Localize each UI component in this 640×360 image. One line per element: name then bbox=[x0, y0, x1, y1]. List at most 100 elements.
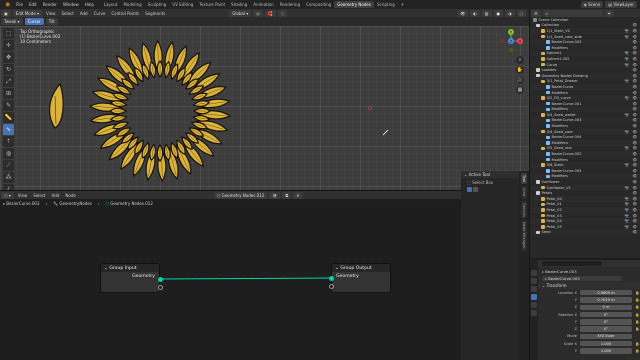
node-menu-view[interactable]: View bbox=[15, 193, 31, 198]
workspace-tab-modeling[interactable]: Modeling bbox=[120, 1, 144, 8]
workspace-tab-rendering[interactable]: Rendering bbox=[277, 1, 303, 8]
workspace-tab-uv-editing[interactable]: UV Editing bbox=[169, 1, 196, 8]
workspace-tab-texture-paint[interactable]: Texture Paint bbox=[196, 1, 228, 8]
workspace-tab-scripting[interactable]: Scripting bbox=[374, 1, 398, 8]
field-value[interactable]: 0° bbox=[580, 319, 632, 325]
breadcrumb-node-tree[interactable]: ⬡ Geometry Nodes.012 bbox=[102, 201, 155, 206]
lock-icon[interactable]: 🔒 bbox=[635, 342, 639, 346]
render-toggle-icon[interactable]: 📷 bbox=[625, 57, 629, 61]
select-mode-extend-icon[interactable] bbox=[473, 187, 478, 192]
workspace-tab-geometry-nodes[interactable]: Geometry Nodes bbox=[334, 1, 374, 8]
object-data-field[interactable]: ▸ BezierCurve.003 bbox=[542, 276, 622, 281]
lock-icon[interactable]: 🔒 bbox=[635, 320, 639, 324]
lock-icon[interactable]: 🔒 bbox=[635, 349, 639, 353]
draw-curve-tool-icon[interactable]: ∿ bbox=[3, 124, 14, 135]
visibility-toggle-icon[interactable]: 👁 bbox=[632, 57, 637, 61]
visibility-toggle-icon[interactable]: 👁 bbox=[632, 180, 637, 184]
group-output-geometry-socket[interactable] bbox=[328, 275, 334, 281]
unlink-tree-icon[interactable]: ✕ bbox=[293, 191, 303, 199]
visibility-toggle-icon[interactable]: 👁 bbox=[632, 208, 637, 212]
render-toggle-icon[interactable]: 📷 bbox=[625, 63, 629, 67]
navigation-gizmo[interactable]: X Y Z bbox=[497, 28, 525, 54]
transform-panel-header[interactable]: ⌄ Transform bbox=[530, 282, 640, 289]
visibility-toggle-icon[interactable]: 👁 bbox=[632, 130, 637, 134]
tool-tilt-toggle[interactable]: Tilt bbox=[45, 18, 58, 25]
pan-hand-icon[interactable]: ✋ bbox=[516, 66, 524, 74]
sidebar-tab-tool[interactable]: Tool bbox=[521, 173, 527, 184]
visibility-toggle-icon[interactable]: 👁 bbox=[632, 163, 637, 167]
camera-view-icon[interactable]: 🎥 bbox=[516, 76, 524, 84]
menu-file[interactable]: File bbox=[13, 2, 26, 7]
field-value[interactable]: 1.000 bbox=[580, 348, 632, 354]
randomize-tool-icon[interactable]: ⁂ bbox=[3, 172, 14, 183]
visibility-toggle-icon[interactable]: 👁 bbox=[632, 186, 637, 190]
render-toggle-icon[interactable]: 📷 bbox=[625, 96, 629, 100]
group-input-empty-socket[interactable] bbox=[157, 284, 163, 290]
outliner-filter-icon[interactable]: ⏷ bbox=[604, 9, 614, 17]
render-toggle-icon[interactable]: 📷 bbox=[625, 219, 629, 223]
visibility-toggle-icon[interactable]: 👁 bbox=[632, 135, 637, 139]
outliner-item[interactable]: Seed 👁 bbox=[530, 229, 640, 236]
viewport-menu-control-points[interactable]: Control Points bbox=[108, 11, 142, 16]
field-value[interactable]: 0° bbox=[580, 311, 632, 318]
render-toggle-icon[interactable]: 📷 bbox=[625, 35, 629, 39]
visibility-toggle-icon[interactable]: 👁 bbox=[632, 51, 637, 55]
tilt-tool-icon[interactable]: ⟋ bbox=[3, 160, 14, 171]
render-toggle-icon[interactable]: 📷 bbox=[625, 130, 629, 134]
output-tab-icon[interactable] bbox=[531, 286, 537, 292]
visibility-toggle-icon[interactable]: 👁 bbox=[632, 107, 637, 111]
active-tool-header[interactable]: ⌄ Active Tool bbox=[461, 171, 519, 178]
visibility-toggle-icon[interactable]: 👁 bbox=[632, 40, 637, 44]
rotate-tool-icon[interactable]: ↻ bbox=[3, 64, 14, 75]
add-workspace-button[interactable]: + bbox=[398, 1, 407, 8]
menu-edit[interactable]: Edit bbox=[26, 2, 40, 7]
zoom-icon[interactable]: ⌕ bbox=[516, 56, 524, 64]
node-menu-node[interactable]: Node bbox=[62, 193, 78, 198]
field-value[interactable]: XYZ Euler bbox=[580, 333, 632, 340]
visibility-toggle-icon[interactable]: 👁 bbox=[632, 169, 637, 173]
render-toggle-icon[interactable]: 📷 bbox=[625, 197, 629, 201]
tool-tweak-selector[interactable]: Tweak ▾ bbox=[1, 18, 23, 25]
radius-tool-icon[interactable]: ◍ bbox=[3, 148, 14, 159]
cursor-tool-icon[interactable]: ✛ bbox=[3, 40, 14, 51]
viewport-menu-view[interactable]: View bbox=[43, 11, 59, 16]
field-value[interactable]: 1.000 bbox=[580, 341, 632, 347]
select-mode-new-icon[interactable] bbox=[467, 187, 472, 192]
viewport-menu-add[interactable]: Add bbox=[77, 11, 91, 16]
lock-icon[interactable]: 🔒 bbox=[635, 313, 639, 317]
visibility-toggle-icon[interactable]: 👁 bbox=[632, 174, 637, 178]
breadcrumb-modifier[interactable]: 🔧 GeometryNodes bbox=[50, 201, 95, 206]
visibility-toggle-icon[interactable]: 👁 bbox=[632, 124, 637, 128]
sidebar-tab-view[interactable]: View bbox=[521, 185, 527, 199]
render-toggle-icon[interactable]: 📷 bbox=[625, 79, 629, 83]
visibility-toggle-icon[interactable]: 👁 bbox=[632, 68, 637, 72]
sidebar-tab-node-wrangler[interactable]: Node Wrangler bbox=[521, 220, 527, 252]
fake-user-icon[interactable]: 🛡 bbox=[269, 191, 281, 199]
transform-tool-icon[interactable]: ⊞ bbox=[3, 88, 14, 99]
field-value[interactable]: 0° bbox=[580, 326, 632, 332]
view-layer-selector[interactable]: ▤ ViewLayer bbox=[605, 1, 637, 8]
visibility-toggle-icon[interactable]: 👁 bbox=[632, 63, 637, 67]
visibility-toggle-icon[interactable]: 👁 bbox=[632, 191, 637, 195]
sidebar-tab-options[interactable]: Options bbox=[521, 200, 527, 219]
editor-type-icon[interactable]: ▣ bbox=[1, 9, 11, 17]
pivot-icon[interactable]: ◎ bbox=[253, 9, 263, 17]
visibility-toggle-icon[interactable]: 👁 bbox=[632, 35, 637, 39]
visibility-toggle-icon[interactable]: 👁 bbox=[632, 152, 637, 156]
blender-logo-icon[interactable]: ◉ bbox=[2, 1, 13, 8]
visibility-toggle-icon[interactable]: 👁 bbox=[632, 113, 637, 117]
lock-icon[interactable]: 🔒 bbox=[635, 327, 639, 331]
group-output-node[interactable]: ⌄ Group Output Geometry bbox=[331, 263, 391, 293]
breadcrumb-object[interactable]: ▸ BezierCurve.003 bbox=[0, 201, 43, 206]
extrude-tool-icon[interactable]: ⇡ bbox=[3, 136, 14, 147]
visibility-icon[interactable]: 👁 bbox=[457, 9, 469, 17]
render-toggle-icon[interactable]: 📷 bbox=[625, 29, 629, 33]
visibility-toggle-icon[interactable]: 👁 bbox=[632, 23, 637, 27]
shading-rendered-icon[interactable]: ○ bbox=[516, 9, 526, 17]
workspace-tab-shading[interactable]: Shading bbox=[228, 1, 250, 8]
render-toggle-icon[interactable]: 📷 bbox=[625, 186, 629, 190]
node-menu-select[interactable]: Select bbox=[30, 193, 48, 198]
group-input-node[interactable]: ⌄ Group Input Geometry bbox=[100, 263, 160, 293]
proportional-edit-icon[interactable]: ◌ bbox=[277, 9, 288, 17]
object-tab-icon[interactable] bbox=[531, 294, 537, 300]
